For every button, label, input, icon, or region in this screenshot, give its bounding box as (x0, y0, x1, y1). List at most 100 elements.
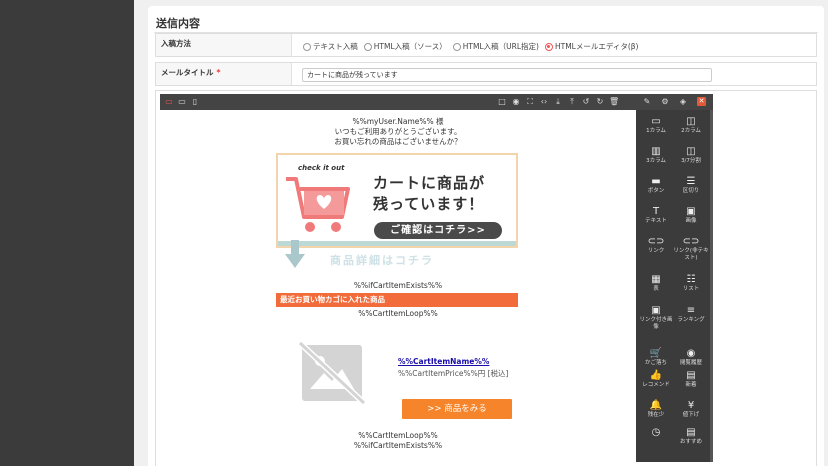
new-icon: ▤ (686, 370, 696, 381)
desktop-icon[interactable]: ▭ (164, 97, 174, 107)
square-icon[interactable]: □ (497, 97, 507, 107)
link-icon: ⊂⊃ (647, 236, 665, 247)
mail-title-input[interactable]: カートに商品が残っています (302, 68, 712, 82)
palette-scrollbar[interactable] (710, 110, 713, 462)
eye-icon[interactable]: ◉ (511, 97, 521, 107)
block-price-drop[interactable]: ¥ 値下げ (673, 400, 709, 419)
cart-icon: 🛒 (649, 348, 663, 359)
button-icon: ▬ (651, 176, 661, 187)
html-editor-frame: ▭ ▭ ▯ □ ◉ ⛶ ‹› ⤓ ⤒ ↺ ↻ 🗑 ✎ ⚙ ◈ ✕ %%myUse… (155, 90, 817, 466)
bell-icon: 🔔 (649, 400, 663, 411)
radio-button[interactable] (452, 42, 461, 51)
table-icon: ▦ (651, 274, 661, 285)
left-dark-margin (0, 0, 134, 466)
layers-icon[interactable]: ◈ (678, 97, 688, 107)
required-mark: * (216, 68, 221, 77)
radio-button-checked[interactable] (544, 42, 553, 51)
block-browse-history[interactable]: ◉ 閲覧履歴 (673, 348, 709, 367)
upload-icon[interactable]: ⤒ (567, 97, 577, 107)
block-list[interactable]: ☷ リスト (673, 274, 709, 293)
block-cart-abandon[interactable]: 🛒 かご落ち (638, 348, 674, 367)
send-content-panel: 送信内容 入稿方法 テキスト入稿 HTML入稿（ソース） HTML入稿（URL指… (148, 6, 824, 466)
block-three-column[interactable]: ▥ 3カラム (638, 146, 674, 165)
cart-icon (286, 177, 350, 232)
link-icon: ⊂⊃ (682, 236, 700, 247)
one-column-icon: ▭ (651, 116, 661, 127)
three-column-icon: ▥ (651, 146, 661, 157)
input-method-label: 入稿方法 (161, 39, 191, 48)
loop-open[interactable]: %%CartItemLoop%% (160, 309, 636, 319)
input-method-radio-group: テキスト入稿 HTML入稿（ソース） HTML入稿（URL指定) HTMLメール… (303, 41, 638, 52)
close-icon[interactable]: ✕ (697, 97, 706, 106)
eye-icon: ◉ (686, 348, 696, 359)
greeting-line1[interactable]: いつもご利用ありがとうございます。 (160, 127, 636, 137)
redo-icon[interactable]: ↻ (595, 97, 605, 107)
greeting-name[interactable]: %%myUser.Name%% 様 (160, 117, 636, 127)
email-canvas[interactable]: %%myUser.Name%% 様 いつもご利用ありがとうございます。 お買い忘… (160, 110, 636, 462)
gear-icon[interactable]: ⚙ (660, 97, 670, 107)
block-table[interactable]: ▦ 表 (638, 274, 674, 293)
block-image[interactable]: ▣ 画像 (673, 206, 709, 225)
block-two-column[interactable]: ◫ 2カラム (673, 116, 709, 135)
block-recommend[interactable]: 👍 レコメンド (638, 370, 674, 389)
banner-confirm-button: ご確認はコチラ>> (374, 222, 502, 239)
section-title: 送信内容 (156, 17, 200, 30)
tablet-icon[interactable]: ▭ (177, 97, 187, 107)
main-content: 送信内容 入稿方法 テキスト入稿 HTML入稿（ソース） HTML入稿（URL指… (134, 0, 828, 466)
block-split-column[interactable]: ◫ 3/7分割 (673, 146, 709, 165)
greeting-line2[interactable]: お買い忘れの商品はございませんか？ (160, 137, 636, 147)
download-icon[interactable]: ⤓ (553, 97, 563, 107)
mail-title-label: メールタイトル (161, 68, 214, 77)
radio-button[interactable] (303, 42, 311, 51)
arrow-down-icon (285, 240, 305, 268)
detail-link-text[interactable]: 商品詳細はコチラ (330, 252, 434, 268)
block-low-stock[interactable]: 🔔 残在少 (638, 400, 674, 419)
fullscreen-icon[interactable]: ⛶ (525, 97, 535, 107)
text-icon: T (652, 206, 660, 217)
banner-title-line2: 残っています！ (373, 195, 485, 213)
block-clock[interactable]: ◷ (638, 427, 674, 439)
if-exists-close[interactable]: %%ifCartItemExists%% (160, 441, 636, 451)
radio-html-url[interactable]: HTML入稿（URL指定) (452, 41, 539, 52)
brush-icon[interactable]: ✎ (642, 97, 652, 107)
two-column-icon: ◫ (686, 116, 696, 127)
undo-icon[interactable]: ↺ (581, 97, 591, 107)
loop-close[interactable]: %%CartItemLoop%% (160, 431, 636, 441)
block-new-arrivals[interactable]: ▤ 新着 (673, 370, 709, 389)
check-it-out-badge: check it out (298, 164, 345, 172)
block-one-column[interactable]: ▭ 1カラム (638, 116, 674, 135)
linked-image-icon: ▣ (651, 305, 661, 316)
thumbs-up-icon: 👍 (649, 370, 663, 381)
divider-icon: ☰ (686, 176, 696, 187)
radio-button[interactable] (363, 42, 372, 51)
yen-icon: ¥ (687, 400, 695, 411)
view-item-button[interactable]: >> 商品をみる (402, 399, 512, 419)
if-exists-open[interactable]: %%ifCartItemExists%% (160, 281, 636, 291)
cart-item-name[interactable]: %%CartItemName%% (398, 357, 489, 366)
cart-section-bar[interactable]: 最近お買い物カゴに入れた商品 (276, 293, 518, 307)
radio-text[interactable]: テキスト入稿 (303, 41, 358, 52)
block-divider[interactable]: ☰ 区切り (673, 176, 709, 195)
block-button[interactable]: ▬ ボタン (638, 176, 674, 195)
cart-banner-image[interactable]: check it out カートに商品が 残っています！ ご確認はコチラ>> (276, 153, 518, 248)
mobile-icon[interactable]: ▯ (190, 97, 200, 107)
radio-html-source[interactable]: HTML入稿（ソース） (363, 41, 447, 52)
cart-item-price[interactable]: %%CartItemPrice%%円 [税込] (398, 368, 508, 379)
trash-icon[interactable]: 🗑 (609, 97, 619, 107)
block-palette: ▭ 1カラム ◫ 2カラム ▥ 3カラム ◫ 3/7分割 ▬ ボタン ☰ 区切り T テキスト… (636, 110, 713, 462)
mail-title-row: メールタイトル * カートに商品が残っています (155, 62, 817, 86)
block-link[interactable]: ⊂⊃ リンク (638, 236, 674, 255)
block-link-non-text[interactable]: ⊂⊃ リンク(非テキスト) (673, 236, 709, 262)
editor-toolbar: ▭ ▭ ▯ □ ◉ ⛶ ‹› ⤓ ⤒ ↺ ↻ 🗑 ✎ ⚙ ◈ ✕ (160, 94, 713, 110)
block-featured[interactable]: ▤ おすすめ (673, 427, 709, 446)
banner-title-line1: カートに商品が (373, 174, 486, 192)
ranking-icon: ≡ (686, 305, 696, 316)
input-method-row: 入稿方法 テキスト入稿 HTML入稿（ソース） HTML入稿（URL指定) HT… (155, 33, 817, 57)
code-icon[interactable]: ‹› (539, 97, 549, 107)
block-linked-image[interactable]: ▣ リンク付き画像 (638, 305, 674, 331)
radio-html-editor[interactable]: HTMLメールエディタ(β) (544, 41, 638, 52)
image-placeholder-icon[interactable] (296, 341, 368, 405)
block-ranking[interactable]: ≡ ランキング (673, 305, 709, 324)
block-text[interactable]: T テキスト (638, 206, 674, 225)
image-icon: ▣ (686, 206, 696, 217)
